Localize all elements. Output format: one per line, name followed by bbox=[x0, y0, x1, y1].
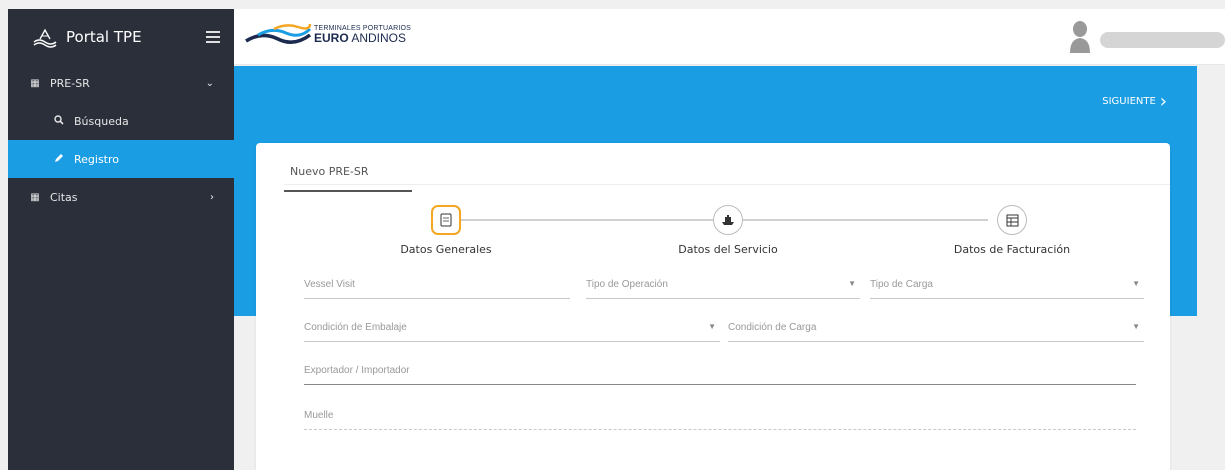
document-icon bbox=[431, 205, 461, 235]
brand-name: EURO ANDINOS bbox=[314, 30, 407, 45]
top-header: TERMINALES PORTUARIOS EURO ANDINOS bbox=[234, 9, 1225, 65]
next-button-label: SIGUIENTE bbox=[1102, 96, 1156, 107]
pencil-icon bbox=[52, 153, 66, 166]
sidebar-item-label: Registro bbox=[74, 152, 120, 166]
dropdown-arrow-icon: ▼ bbox=[848, 279, 856, 288]
exportador-importador-input[interactable]: Exportador / Importador bbox=[304, 363, 1136, 385]
condicion-carga-select[interactable]: Condición de Carga ▼ bbox=[728, 320, 1144, 342]
sidebar-item-registro[interactable]: Registro bbox=[8, 140, 234, 178]
next-button[interactable]: SIGUIENTE › bbox=[1102, 90, 1167, 112]
portal-logo-icon bbox=[33, 28, 57, 48]
sidebar-item-pre-sr[interactable]: ▦ PRE-SR ⌄ bbox=[8, 64, 234, 102]
step-datos-facturacion[interactable]: Datos de Facturación bbox=[892, 205, 1132, 256]
stepper: Datos Generales Datos del Servicio Datos… bbox=[256, 205, 1170, 265]
condicion-embalaje-select[interactable]: Condición de Embalaje ▼ bbox=[304, 320, 720, 342]
tab-divider bbox=[284, 184, 1170, 185]
waves-logo-icon bbox=[245, 23, 312, 44]
step-label: Datos Generales bbox=[400, 243, 492, 256]
tipo-carga-select[interactable]: Tipo de Carga ▼ bbox=[870, 277, 1144, 299]
step-datos-generales[interactable]: Datos Generales bbox=[326, 205, 566, 256]
chevron-right-icon: › bbox=[1159, 90, 1167, 112]
sidebar-item-citas[interactable]: ▦ Citas › bbox=[8, 178, 234, 216]
sidebar-item-label: PRE-SR bbox=[50, 76, 90, 90]
search-icon bbox=[52, 114, 66, 128]
user-name-placeholder[interactable] bbox=[1100, 32, 1225, 48]
tab-nuevo-pre-sr[interactable]: Nuevo PRE-SR bbox=[284, 165, 412, 192]
hamburger-menu-icon[interactable] bbox=[206, 30, 220, 43]
grid-icon: ▦ bbox=[30, 77, 40, 89]
invoice-icon bbox=[997, 205, 1027, 235]
avatar[interactable] bbox=[1068, 19, 1092, 53]
sidebar-item-label: Búsqueda bbox=[74, 114, 129, 128]
brand-logo: TERMINALES PORTUARIOS EURO ANDINOS bbox=[244, 19, 411, 49]
sidebar-item-busqueda[interactable]: Búsqueda bbox=[8, 102, 234, 140]
dropdown-arrow-icon: ▼ bbox=[1132, 322, 1140, 331]
ship-icon bbox=[713, 205, 743, 235]
chevron-right-icon: › bbox=[210, 191, 214, 203]
grid-icon: ▦ bbox=[30, 191, 40, 203]
chevron-down-icon: ⌄ bbox=[205, 77, 214, 89]
muelle-input[interactable]: Muelle bbox=[304, 408, 1136, 430]
app-title: Portal TPE bbox=[66, 27, 142, 46]
dropdown-arrow-icon: ▼ bbox=[708, 322, 716, 331]
step-label: Datos del Servicio bbox=[678, 243, 778, 256]
step-datos-servicio[interactable]: Datos del Servicio bbox=[608, 205, 848, 256]
tipo-operacion-select[interactable]: Tipo de Operación ▼ bbox=[586, 277, 860, 299]
form-card: Nuevo PRE-SR Datos Generales Datos del S… bbox=[256, 143, 1170, 470]
dropdown-arrow-icon: ▼ bbox=[1132, 279, 1140, 288]
sidebar-header: Portal TPE bbox=[8, 9, 234, 64]
sidebar: Portal TPE ▦ PRE-SR ⌄ Búsqueda Registro … bbox=[8, 9, 234, 470]
vessel-visit-input[interactable]: Vessel Visit bbox=[304, 277, 570, 299]
step-label: Datos de Facturación bbox=[953, 243, 1071, 256]
sidebar-item-label: Citas bbox=[50, 190, 78, 204]
